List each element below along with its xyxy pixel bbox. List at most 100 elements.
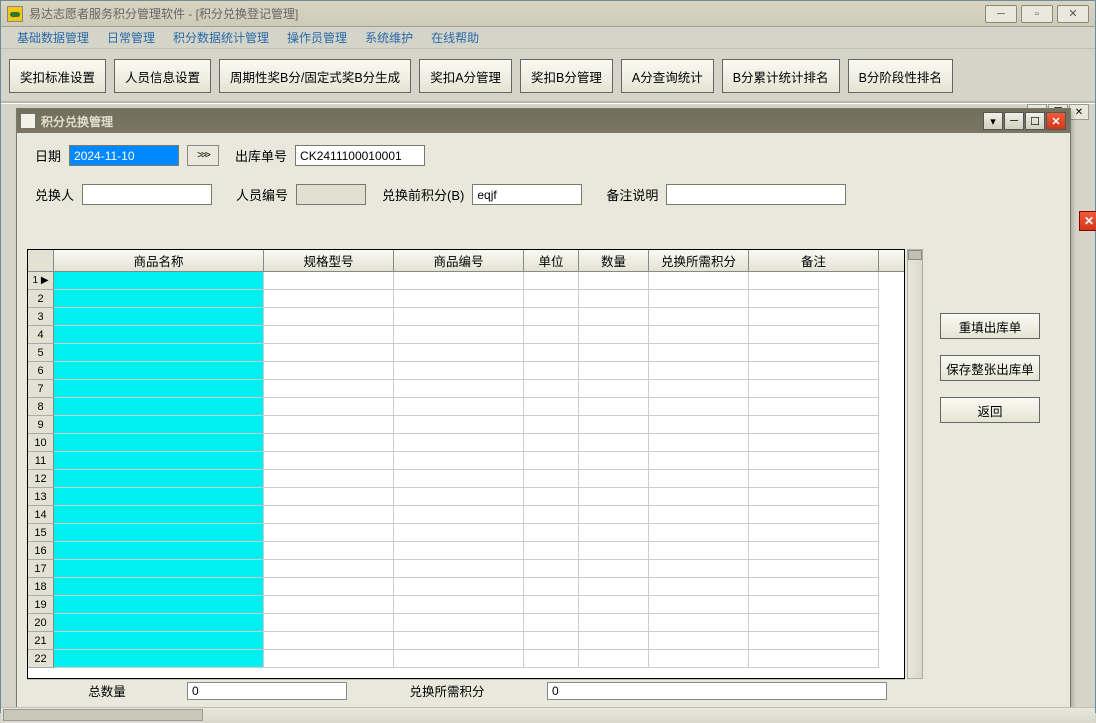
- tool-btn-0[interactable]: 奖扣标准设置: [9, 59, 106, 93]
- table-row[interactable]: 5: [28, 344, 904, 362]
- row-number[interactable]: 9: [28, 416, 54, 434]
- grid-cell[interactable]: [394, 362, 524, 380]
- grid-cell[interactable]: [524, 632, 579, 650]
- grid-cell[interactable]: [649, 416, 749, 434]
- grid-cell[interactable]: [579, 488, 649, 506]
- grid-cell[interactable]: [394, 506, 524, 524]
- grid-cell[interactable]: [524, 542, 579, 560]
- refill-button[interactable]: 重填出库单: [940, 313, 1040, 339]
- grid-cell[interactable]: [394, 632, 524, 650]
- col-unit[interactable]: 单位: [524, 250, 579, 271]
- table-row[interactable]: 8: [28, 398, 904, 416]
- table-row[interactable]: 22: [28, 650, 904, 668]
- grid-cell[interactable]: [264, 380, 394, 398]
- grid-cell[interactable]: [649, 308, 749, 326]
- row-number[interactable]: 10: [28, 434, 54, 452]
- grid-scrollbar[interactable]: [907, 249, 923, 679]
- grid-cell[interactable]: [54, 470, 264, 488]
- grid-cell[interactable]: [264, 326, 394, 344]
- grid-cell[interactable]: [54, 542, 264, 560]
- table-row[interactable]: 20: [28, 614, 904, 632]
- grid-cell[interactable]: [524, 560, 579, 578]
- grid-cell[interactable]: [394, 290, 524, 308]
- grid-cell[interactable]: [394, 470, 524, 488]
- col-spec[interactable]: 规格型号: [264, 250, 394, 271]
- grid-cell[interactable]: [394, 578, 524, 596]
- grid-cell[interactable]: [749, 470, 879, 488]
- grid-cell[interactable]: [749, 434, 879, 452]
- sub-close-button[interactable]: ✕: [1046, 112, 1066, 130]
- grid-cell[interactable]: [649, 344, 749, 362]
- tool-btn-1[interactable]: 人员信息设置: [114, 59, 211, 93]
- table-row[interactable]: 16: [28, 542, 904, 560]
- grid-cell[interactable]: [54, 596, 264, 614]
- table-row[interactable]: 1 ▶: [28, 272, 904, 290]
- return-button[interactable]: 返回: [940, 397, 1040, 423]
- table-row[interactable]: 9: [28, 416, 904, 434]
- grid-cell[interactable]: [524, 290, 579, 308]
- grid-cell[interactable]: [394, 416, 524, 434]
- grid-cell[interactable]: [749, 524, 879, 542]
- grid-cell[interactable]: [264, 542, 394, 560]
- grid-cell[interactable]: [579, 542, 649, 560]
- grid-cell[interactable]: [524, 416, 579, 434]
- grid-cell[interactable]: [579, 398, 649, 416]
- grid-cell[interactable]: [264, 596, 394, 614]
- grid-cell[interactable]: [749, 560, 879, 578]
- grid-cell[interactable]: [264, 488, 394, 506]
- grid-cell[interactable]: [54, 614, 264, 632]
- grid-cell[interactable]: [524, 380, 579, 398]
- grid-cell[interactable]: [54, 434, 264, 452]
- grid-cell[interactable]: [394, 344, 524, 362]
- grid-cell[interactable]: [264, 416, 394, 434]
- grid-cell[interactable]: [264, 506, 394, 524]
- beforepoints-input[interactable]: [472, 184, 582, 205]
- grid-cell[interactable]: [524, 470, 579, 488]
- grid-cell[interactable]: [749, 542, 879, 560]
- date-input[interactable]: [69, 145, 179, 166]
- row-number[interactable]: 12: [28, 470, 54, 488]
- panel-close-button[interactable]: ✕: [1079, 211, 1096, 231]
- grid-cell[interactable]: [524, 506, 579, 524]
- grid-cell[interactable]: [394, 596, 524, 614]
- grid-cell[interactable]: [649, 650, 749, 668]
- grid-cell[interactable]: [264, 290, 394, 308]
- grid-cell[interactable]: [579, 470, 649, 488]
- grid-cell[interactable]: [394, 398, 524, 416]
- sub-dropdown-button[interactable]: ▾: [983, 112, 1003, 130]
- grid-cell[interactable]: [54, 344, 264, 362]
- grid-cell[interactable]: [579, 596, 649, 614]
- grid-cell[interactable]: [524, 344, 579, 362]
- grid-cell[interactable]: [264, 398, 394, 416]
- row-number[interactable]: 4: [28, 326, 54, 344]
- grid-cell[interactable]: [524, 452, 579, 470]
- row-number[interactable]: 7: [28, 380, 54, 398]
- grid-cell[interactable]: [264, 470, 394, 488]
- tool-btn-3[interactable]: 奖扣A分管理: [419, 59, 512, 93]
- tool-btn-6[interactable]: B分累计统计排名: [722, 59, 840, 93]
- grid-cell[interactable]: [749, 290, 879, 308]
- grid-cell[interactable]: [264, 578, 394, 596]
- table-row[interactable]: 19: [28, 596, 904, 614]
- tool-btn-4[interactable]: 奖扣B分管理: [520, 59, 613, 93]
- grid-cell[interactable]: [524, 596, 579, 614]
- menu-sys[interactable]: 系统维护: [357, 27, 421, 48]
- grid-cell[interactable]: [524, 326, 579, 344]
- grid-cell[interactable]: [54, 632, 264, 650]
- grid-cell[interactable]: [54, 578, 264, 596]
- grid-cell[interactable]: [579, 362, 649, 380]
- grid-cell[interactable]: [579, 452, 649, 470]
- grid-cell[interactable]: [524, 488, 579, 506]
- grid-cell[interactable]: [54, 380, 264, 398]
- grid-cell[interactable]: [649, 488, 749, 506]
- grid-cell[interactable]: [394, 614, 524, 632]
- minimize-button[interactable]: ─: [985, 5, 1017, 23]
- grid-cell[interactable]: [649, 578, 749, 596]
- menu-help[interactable]: 在线帮助: [423, 27, 487, 48]
- table-row[interactable]: 12: [28, 470, 904, 488]
- grid-cell[interactable]: [579, 560, 649, 578]
- grid-cell[interactable]: [54, 308, 264, 326]
- grid-cell[interactable]: [54, 290, 264, 308]
- col-points[interactable]: 兑换所需积分: [649, 250, 749, 271]
- grid-cell[interactable]: [394, 308, 524, 326]
